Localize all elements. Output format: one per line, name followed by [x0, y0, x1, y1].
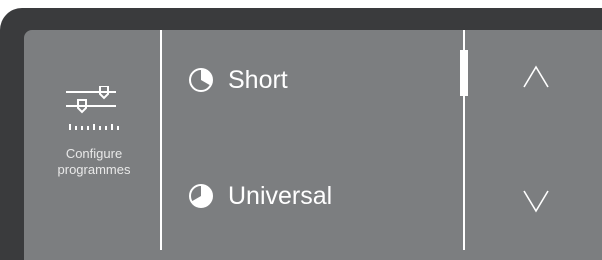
programme-label: Short [228, 66, 288, 94]
scroll-down-button[interactable] [500, 176, 572, 226]
programme-label: Universal [228, 182, 333, 210]
programme-item-short[interactable]: Short [188, 58, 438, 102]
sliders-icon [66, 86, 119, 130]
left-divider [160, 30, 162, 250]
pie-short-icon [189, 68, 213, 92]
chevron-down-icon [523, 190, 549, 213]
chevron-up-icon [523, 65, 549, 88]
programme-item-universal[interactable]: Universal [188, 174, 438, 218]
scrollbar-thumb[interactable] [460, 50, 468, 96]
configure-programmes-label: Configure programmes [42, 146, 146, 178]
configure-label-line1: Configure [65, 146, 123, 161]
pie-universal-icon [189, 184, 213, 208]
scroll-up-button[interactable] [500, 52, 572, 102]
configure-label-line2: programmes [57, 162, 131, 177]
